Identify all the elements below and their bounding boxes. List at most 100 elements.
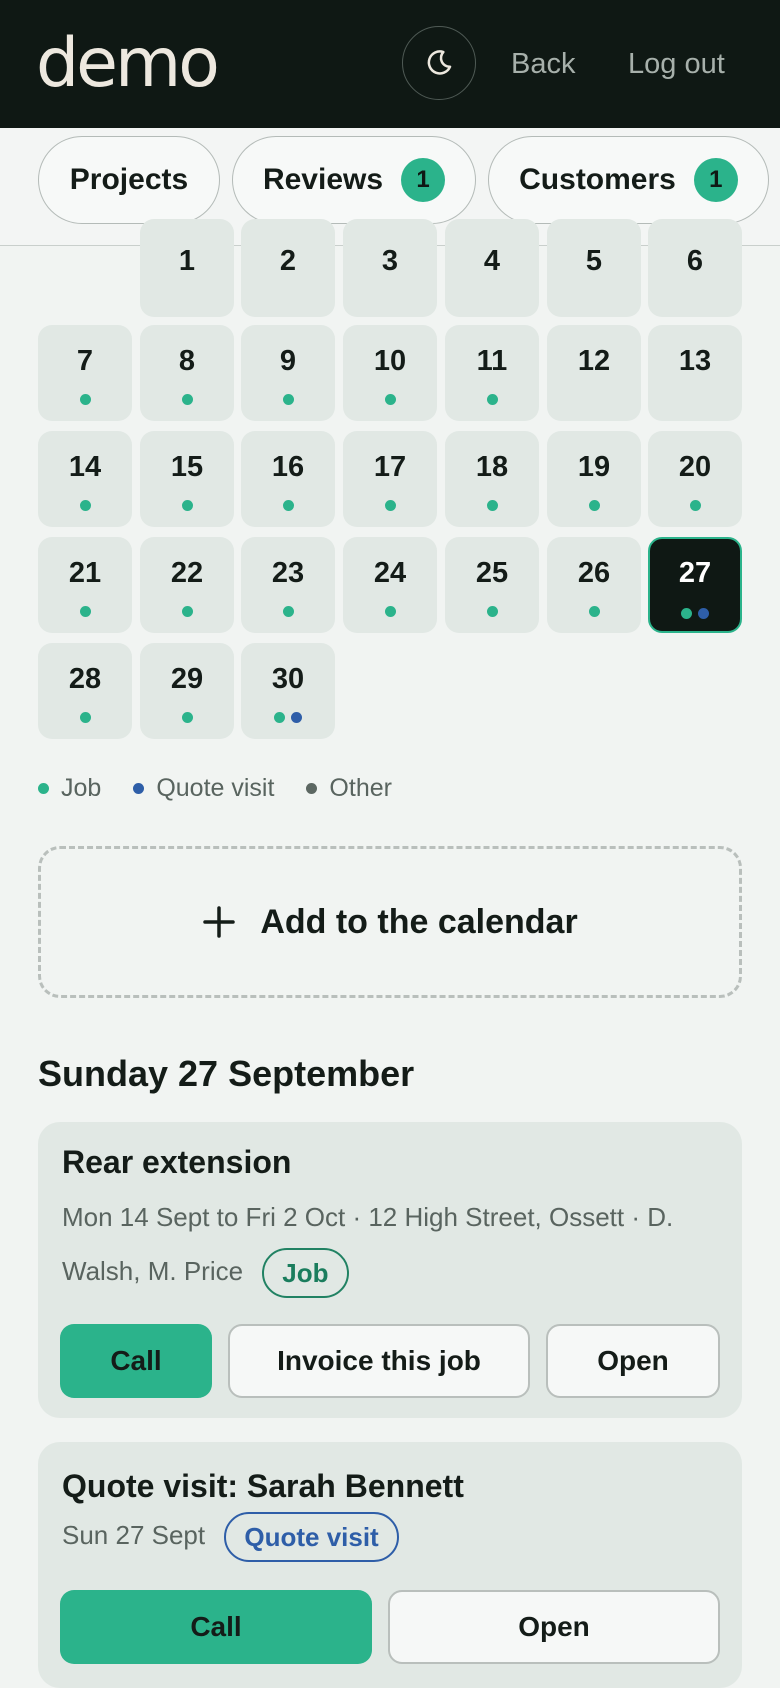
calendar-day[interactable]: 2 [241,219,335,317]
event-markers [38,712,132,723]
event-markers [241,606,335,617]
event-markers [140,500,234,511]
quote-marker-icon [291,712,302,723]
calendar-day[interactable]: 16 [241,431,335,527]
event-markers [38,500,132,511]
job-marker-icon [588,606,600,617]
logout-link[interactable]: Log out [628,44,725,84]
calendar-day[interactable]: 27 [648,537,742,633]
event-meta-text: Walsh, M. Price [62,1256,244,1286]
event-markers [547,606,641,617]
event-title: Quote visit: Sarah Bennett [62,1468,464,1504]
logo[interactable]: demo [36,18,220,110]
day-number: 13 [678,345,712,377]
job-marker-icon [79,394,91,405]
calendar-day[interactable]: 4 [445,219,539,317]
day-number: 10 [373,345,407,377]
calendar-day[interactable]: 12 [547,325,641,421]
calendar-day[interactable]: 28 [38,643,132,739]
calendar-day[interactable]: 10 [343,325,437,421]
tab-label: Reviews [262,163,384,196]
calendar-day[interactable]: 25 [445,537,539,633]
day-number: 19 [577,451,611,483]
day-number: 20 [678,451,712,483]
calendar-day[interactable]: 8 [140,325,234,421]
day-number: 18 [475,451,509,483]
event-markers [650,608,740,619]
day-number: 17 [373,451,407,483]
event-markers [38,394,132,405]
job-marker-icon [282,394,294,405]
event-markers [140,712,234,723]
legend-label: Other [329,773,392,802]
day-number: 3 [381,245,399,277]
top-bar: demo Back Log out [0,0,780,128]
job-marker-icon [384,394,396,405]
call-button[interactable]: Call [60,1324,212,1398]
job-marker-icon [79,712,91,723]
event-meta-text: Sun 27 Sept [62,1520,206,1550]
day-number: 16 [271,451,305,483]
day-number: 9 [279,345,297,377]
legend-item-other: Other [306,774,392,803]
calendar-day[interactable]: 6 [648,219,742,317]
calendar-day[interactable]: 30 [241,643,335,739]
job-marker-icon [681,608,692,619]
calendar-day[interactable]: 21 [38,537,132,633]
add-to-calendar-label: Add to the calendar [260,902,578,941]
calendar-day[interactable]: 7 [38,325,132,421]
calendar-day[interactable]: 11 [445,325,539,421]
call-button[interactable]: Call [60,1590,372,1664]
day-number: 24 [373,557,407,589]
tab-customers[interactable]: Customers 1 [488,136,769,224]
calendar-day[interactable]: 1 [140,219,234,317]
calendar-legend: Job Quote visit Other [38,770,424,806]
selected-date-heading: Sunday 27 September [38,1053,415,1094]
calendar-day[interactable]: 26 [547,537,641,633]
quote-dot-icon [133,782,145,794]
day-number: 28 [68,663,102,695]
calendar-day[interactable]: 17 [343,431,437,527]
event-card: Rear extension Mon 14 Sept to Fri 2 Oct … [38,1122,742,1418]
add-to-calendar-button[interactable]: Add to the calendar [38,846,742,998]
job-marker-icon [282,606,294,617]
event-markers [241,500,335,511]
calendar-day[interactable]: 15 [140,431,234,527]
job-marker-icon [181,394,193,405]
calendar-day[interactable]: 14 [38,431,132,527]
calendar-day[interactable]: 18 [445,431,539,527]
invoice-job-button[interactable]: Invoice this job [228,1324,530,1398]
back-link[interactable]: Back [511,44,575,84]
calendar-day[interactable]: 5 [547,219,641,317]
quote-marker-icon [698,608,709,619]
calendar-day[interactable]: 3 [343,219,437,317]
tab-projects[interactable]: Projects [38,136,220,224]
day-number: 25 [475,557,509,589]
calendar-day[interactable]: 23 [241,537,335,633]
calendar-day[interactable]: 29 [140,643,234,739]
calendar-day[interactable]: 24 [343,537,437,633]
event-markers [343,394,437,405]
event-markers [140,394,234,405]
open-button[interactable]: Open [546,1324,720,1398]
event-type-tag: Quote visit [224,1512,399,1563]
theme-toggle-button[interactable] [402,26,476,100]
calendar-day[interactable]: 9 [241,325,335,421]
event-markers [445,500,539,511]
tab-reviews[interactable]: Reviews 1 [232,136,476,224]
event-markers [547,500,641,511]
day-number: 27 [678,557,712,589]
calendar-day[interactable]: 20 [648,431,742,527]
day-number: 7 [76,345,94,377]
day-number: 6 [686,245,704,277]
calendar-day[interactable]: 22 [140,537,234,633]
plus-icon [202,905,236,939]
event-title: Rear extension [62,1144,292,1180]
job-marker-icon [384,500,396,511]
day-number: 23 [271,557,305,589]
calendar-day[interactable]: 19 [547,431,641,527]
job-marker-icon [282,500,294,511]
event-markers [140,606,234,617]
calendar-day[interactable]: 13 [648,325,742,421]
open-button[interactable]: Open [388,1590,720,1664]
